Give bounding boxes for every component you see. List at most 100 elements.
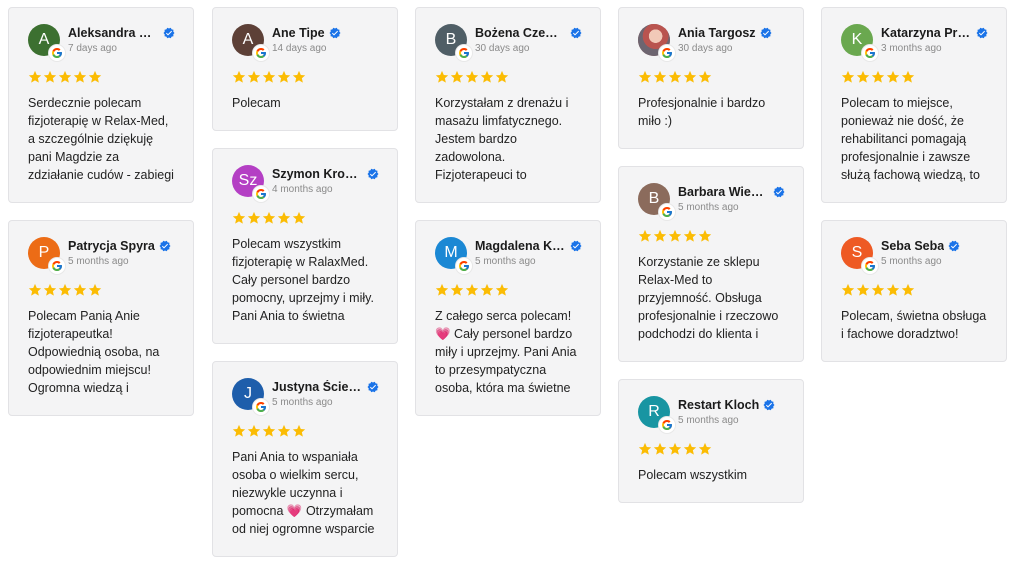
star-icon — [247, 211, 261, 225]
star-icon — [247, 424, 261, 438]
review-meta: Szymon Krosny 4 months ago — [272, 167, 379, 195]
review-text[interactable]: Polecam Panią Anie fizjoterapeutka! Odpo… — [28, 307, 175, 397]
reviewer-name[interactable]: Justyna Ściebura — [272, 380, 363, 394]
avatar[interactable]: J — [232, 378, 269, 415]
heart-icon: 💗 — [286, 504, 303, 518]
avatar[interactable] — [638, 24, 675, 61]
name-row: Szymon Krosny — [272, 167, 379, 181]
review-text[interactable]: Polecam, świetna obsługa i fachowe dorad… — [841, 307, 988, 343]
avatar-initial: R — [648, 403, 660, 420]
review-header: S Seba Seba 5 months ago — [841, 236, 988, 274]
star-icon — [480, 70, 494, 84]
review-meta: Seba Seba 5 months ago — [881, 239, 960, 267]
reviewer-name[interactable]: Magdalena Kieł... — [475, 239, 566, 253]
star-icon — [901, 70, 915, 84]
reviewer-name[interactable]: Seba Seba — [881, 239, 944, 253]
review-text[interactable]: Polecam — [232, 94, 379, 112]
heart-icon: 💗 — [435, 327, 451, 341]
review-card[interactable]: Sz Szymon Krosny 4 months ago Polecam ws… — [212, 148, 398, 344]
avatar[interactable]: M — [435, 237, 472, 274]
avatar[interactable]: B — [638, 183, 675, 220]
review-text[interactable]: Serdecznie polecam fizjoterapię w Relax-… — [28, 94, 175, 184]
google-icon — [862, 258, 878, 274]
verified-icon — [760, 27, 772, 39]
avatar[interactable]: S — [841, 237, 878, 274]
reviewer-name[interactable]: Restart Kloch — [678, 398, 759, 412]
avatar[interactable]: Sz — [232, 165, 269, 202]
review-card[interactable]: Ania Targosz 30 days ago Profesjonalnie … — [618, 7, 804, 149]
reviewer-name[interactable]: Ane Tipe — [272, 26, 325, 40]
star-icon — [292, 211, 306, 225]
avatar-initial: S — [851, 244, 863, 261]
review-text[interactable]: Pani Ania to wspaniała osoba o wielkim s… — [232, 448, 379, 538]
star-icon — [638, 229, 652, 243]
review-card[interactable]: S Seba Seba 5 months ago Polecam, świetn… — [821, 220, 1007, 362]
review-card[interactable]: K Katarzyna Prus... — [821, 7, 1007, 203]
avatar[interactable]: A — [232, 24, 269, 61]
review-text[interactable]: Korzystałam z drenażu i masażu limfatycz… — [435, 94, 582, 184]
google-icon — [253, 399, 269, 415]
star-rating — [232, 70, 379, 85]
review-date: 5 months ago — [678, 415, 739, 426]
review-column: A Ane Tipe 14 days ago Polecam Sz Szymon… — [212, 7, 398, 574]
star-icon — [698, 229, 712, 243]
review-card[interactable]: R Restart Kloch 5 months ago Polecam wsz… — [618, 379, 804, 503]
reviews-wall: A Aleksandra Pac... — [0, 0, 1024, 557]
avatar[interactable]: A — [28, 24, 65, 61]
star-icon — [28, 70, 42, 84]
review-card[interactable]: M Magdalena Kieł... — [415, 220, 601, 416]
google-icon — [49, 258, 65, 274]
star-icon — [58, 283, 72, 297]
review-text[interactable]: Polecam to miejsce, ponieważ nie dość, ż… — [841, 94, 988, 184]
star-icon — [58, 70, 72, 84]
review-card[interactable]: J Justyna Ściebura — [212, 361, 398, 557]
review-text[interactable]: Z całego serca polecam! 💗 Cały personel … — [435, 307, 582, 397]
review-card[interactable]: B Barbara Wieczo... — [618, 166, 804, 362]
star-icon — [901, 283, 915, 297]
reviewer-name[interactable]: Bożena Czempik — [475, 26, 566, 40]
avatar[interactable]: P — [28, 237, 65, 274]
avatar[interactable]: R — [638, 396, 675, 433]
star-icon — [668, 442, 682, 456]
avatar[interactable]: B — [435, 24, 472, 61]
review-meta: Bożena Czempik 30 days ago — [475, 26, 582, 54]
review-card[interactable]: P Patrycja Spyra 5 months ago Polecam Pa… — [8, 220, 194, 416]
star-icon — [638, 442, 652, 456]
review-meta: Justyna Ściebura 5 months ago — [272, 380, 379, 408]
reviewer-name[interactable]: Patrycja Spyra — [68, 239, 155, 253]
google-icon — [659, 417, 675, 433]
reviewer-name[interactable]: Szymon Krosny — [272, 167, 363, 181]
review-text[interactable]: Profesjonalnie i bardzo miło :) — [638, 94, 785, 130]
star-icon — [43, 70, 57, 84]
review-date: 30 days ago — [475, 43, 530, 54]
star-icon — [88, 70, 102, 84]
star-icon — [292, 70, 306, 84]
verified-icon — [159, 240, 171, 252]
review-text[interactable]: Polecam wszystkim — [638, 466, 785, 484]
avatar-initial: P — [38, 244, 50, 261]
review-meta: Magdalena Kieł... 5 months ago — [475, 239, 582, 267]
star-icon — [495, 283, 509, 297]
review-header: Sz Szymon Krosny 4 months ago — [232, 164, 379, 202]
avatar[interactable]: K — [841, 24, 878, 61]
name-row: Barbara Wieczo... — [678, 185, 785, 199]
name-row: Magdalena Kieł... — [475, 239, 582, 253]
review-card[interactable]: A Aleksandra Pac... — [8, 7, 194, 203]
reviewer-name[interactable]: Aleksandra Pac... — [68, 26, 159, 40]
reviewer-name[interactable]: Katarzyna Prus... — [881, 26, 972, 40]
star-icon — [465, 70, 479, 84]
google-icon — [862, 45, 878, 61]
star-icon — [856, 283, 870, 297]
review-header: Ania Targosz 30 days ago — [638, 23, 785, 61]
review-text[interactable]: Polecam wszystkim fizjoterapię w RalaxMe… — [232, 235, 379, 325]
star-icon — [277, 424, 291, 438]
review-text[interactable]: Korzystanie ze sklepu Relax-Med to przyj… — [638, 253, 785, 343]
star-rating — [232, 211, 379, 226]
google-icon — [659, 204, 675, 220]
review-card[interactable]: B Bożena Czempik 30 days ago Korzystałam… — [415, 7, 601, 203]
star-icon — [653, 70, 667, 84]
reviewer-name[interactable]: Ania Targosz — [678, 26, 756, 40]
reviewer-name[interactable]: Barbara Wieczo... — [678, 185, 769, 199]
review-card[interactable]: A Ane Tipe 14 days ago Polecam — [212, 7, 398, 131]
star-icon — [465, 283, 479, 297]
